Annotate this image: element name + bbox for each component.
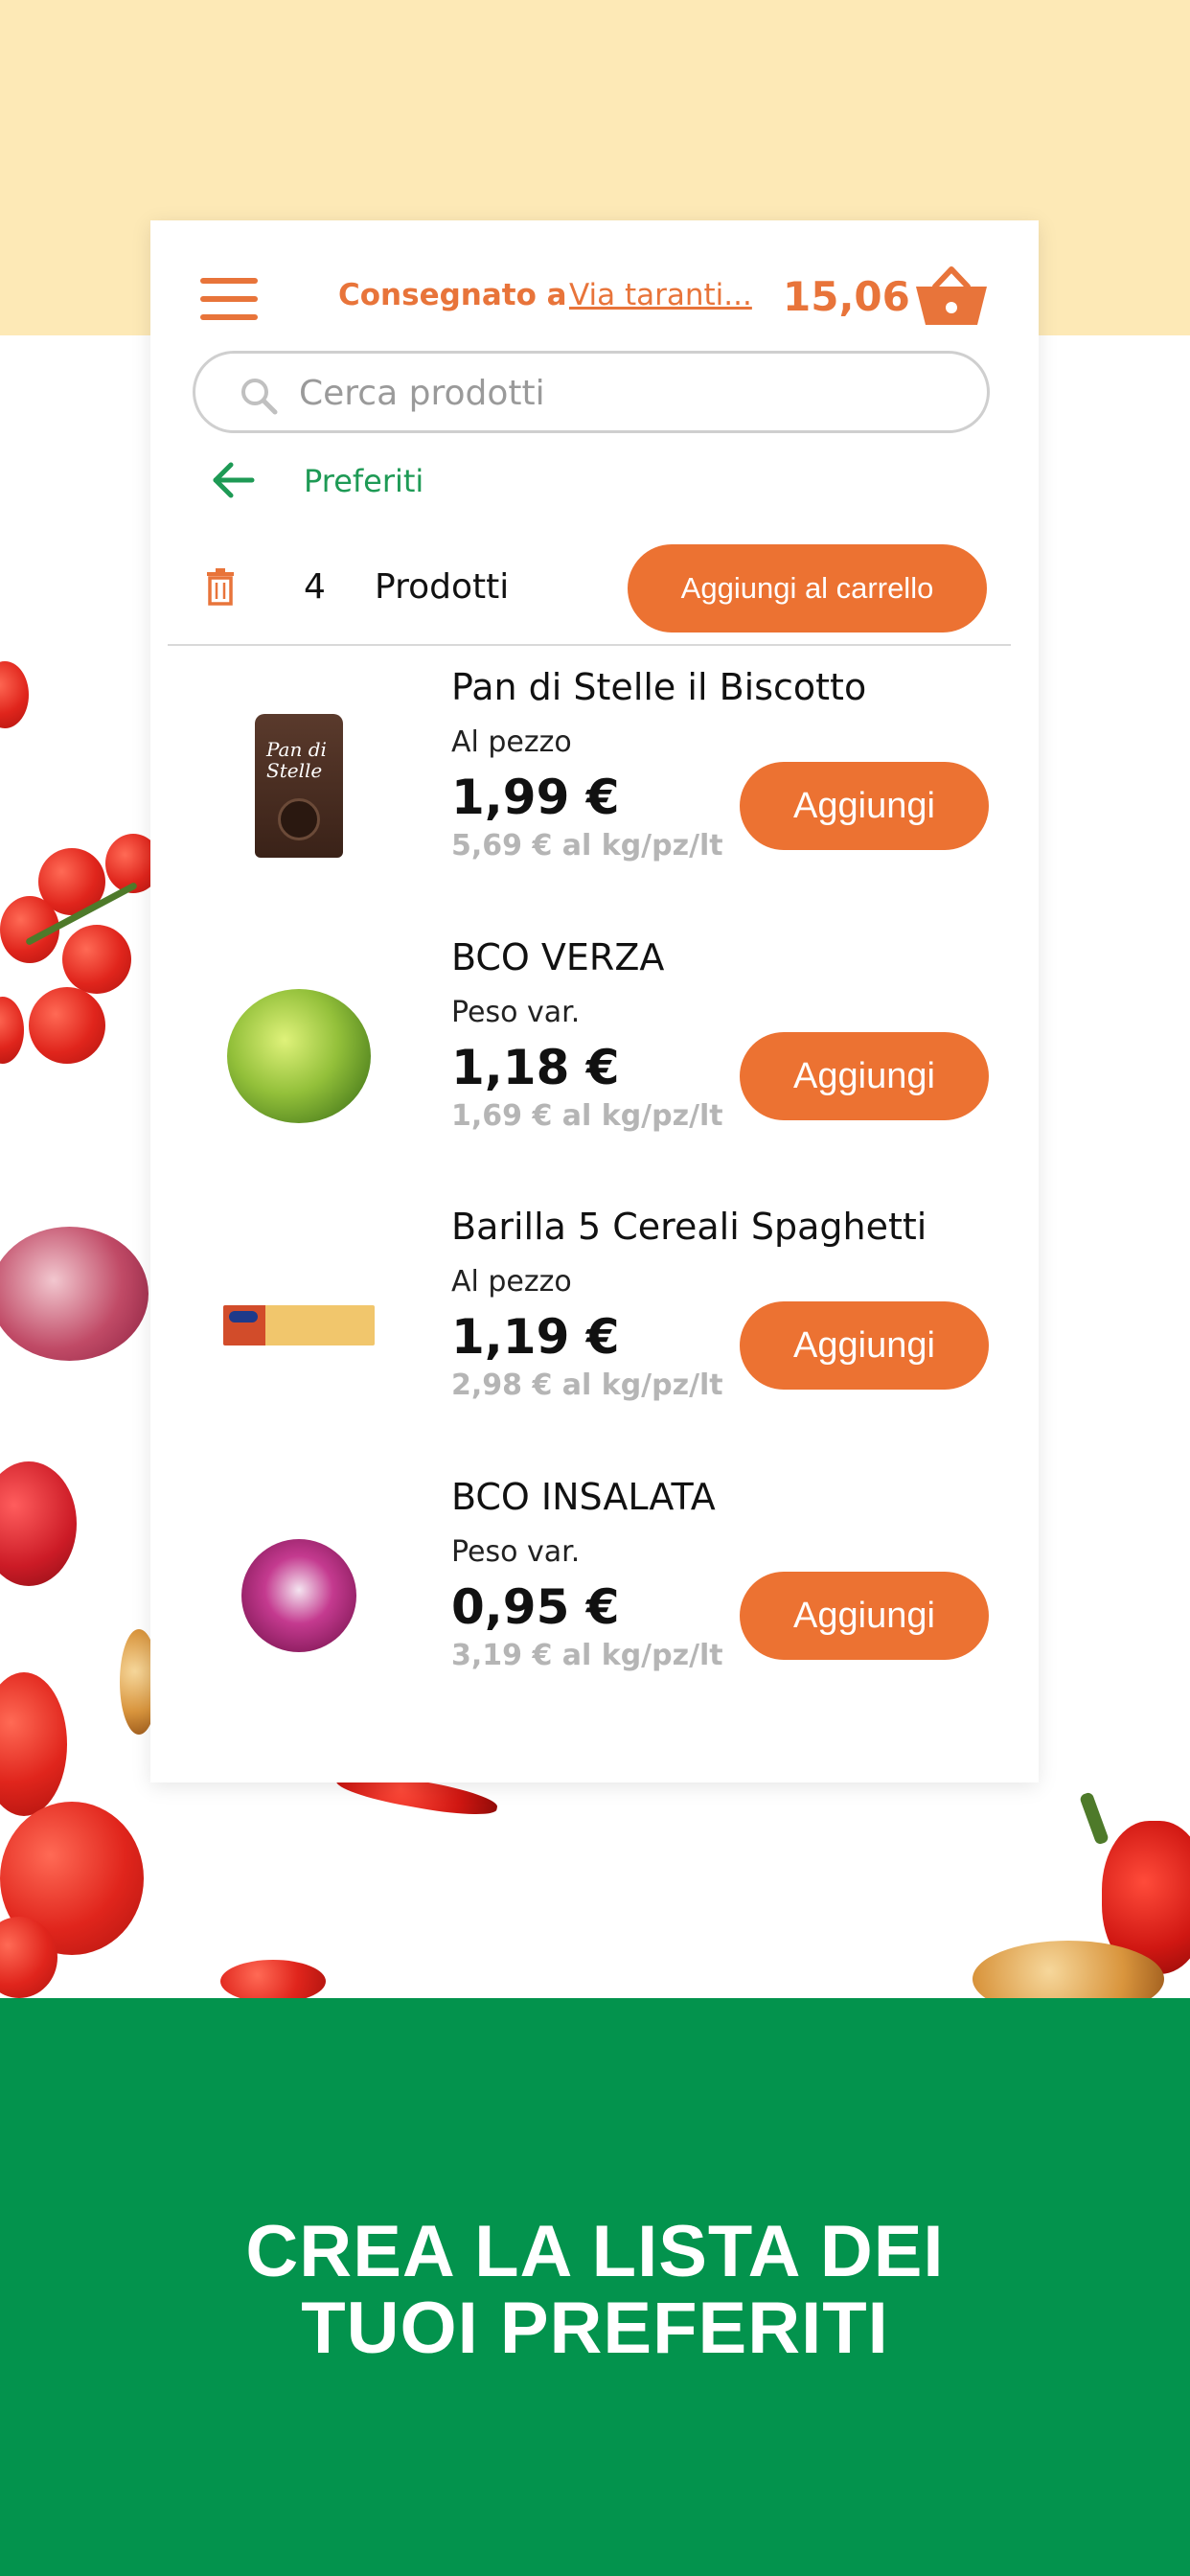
list-item: Barilla 5 Cereali Spaghetti Al pezzo 1,1…	[150, 1206, 1039, 1464]
product-unit: Peso var.	[451, 996, 581, 1029]
add-button[interactable]: Aggiungi	[740, 1032, 989, 1120]
package-label: Pan di Stelle	[266, 738, 327, 782]
pan-di-stelle-package: Pan di Stelle	[255, 714, 343, 858]
add-all-to-cart-button[interactable]: Aggiungi al carrello	[628, 544, 987, 632]
add-button[interactable]: Aggiungi	[740, 1301, 989, 1390]
radicchio-graphic	[241, 1539, 356, 1652]
app-window: Consegnato a Via taranti... 15,06 Prefer…	[150, 220, 1039, 1782]
divider	[168, 644, 1011, 646]
product-price: 0,95 €	[451, 1579, 620, 1635]
pasta-package-graphic	[223, 1305, 375, 1346]
favorites-count-label: Prodotti	[375, 567, 510, 607]
add-button[interactable]: Aggiungi	[740, 1572, 989, 1660]
product-name[interactable]: Barilla 5 Cereali Spaghetti	[451, 1206, 927, 1248]
product-image[interactable]	[217, 975, 380, 1138]
cookie-graphic	[278, 798, 320, 840]
promo-line-2: TUOI PREFERITI	[301, 2288, 889, 2369]
product-unit: Al pezzo	[451, 1265, 572, 1299]
product-image[interactable]: Pan di Stelle	[217, 704, 380, 867]
product-name[interactable]: BCO VERZA	[451, 936, 664, 978]
product-image[interactable]	[217, 1244, 380, 1407]
product-name[interactable]: BCO INSALATA	[451, 1476, 716, 1518]
brand-logo-mark	[229, 1311, 258, 1322]
product-image[interactable]	[217, 1514, 380, 1677]
add-button[interactable]: Aggiungi	[740, 762, 989, 850]
list-item: BCO VERZA Peso var. 1,18 € 1,69 € al kg/…	[150, 936, 1039, 1195]
search-icon	[241, 379, 278, 415]
delivery-address-link[interactable]: Via taranti...	[569, 278, 752, 312]
promo-headline: CREA LA LISTA DEI TUOI PREFERITI	[0, 2214, 1190, 2367]
product-price: 1,18 €	[451, 1040, 620, 1095]
product-price: 1,99 €	[451, 770, 620, 825]
tomato-decoration	[62, 925, 131, 994]
search-input[interactable]	[299, 371, 950, 415]
product-unit-price: 3,19 € al kg/pz/lt	[451, 1639, 723, 1672]
breadcrumb[interactable]: Preferiti	[304, 463, 423, 499]
product-unit-price: 1,69 € al kg/pz/lt	[451, 1099, 723, 1133]
product-unit: Al pezzo	[451, 725, 572, 759]
trash-icon[interactable]	[205, 567, 236, 606]
back-arrow-icon[interactable]	[210, 460, 256, 500]
product-unit: Peso var.	[451, 1535, 581, 1569]
product-name[interactable]: Pan di Stelle il Biscotto	[451, 666, 866, 708]
basket-icon[interactable]	[914, 264, 989, 329]
list-item: BCO INSALATA Peso var. 0,95 € 3,19 € al …	[150, 1476, 1039, 1735]
product-price: 1,19 €	[451, 1309, 620, 1365]
delivery-label: Consegnato a	[338, 278, 567, 312]
product-unit-price: 5,69 € al kg/pz/lt	[451, 829, 723, 862]
cabbage-graphic	[227, 989, 371, 1123]
cart-total: 15,06	[783, 273, 910, 320]
promo-line-1: CREA LA LISTA DEI	[245, 2211, 945, 2292]
search-bar[interactable]	[193, 351, 990, 433]
product-unit-price: 2,98 € al kg/pz/lt	[451, 1368, 723, 1402]
tomato-decoration	[220, 1960, 326, 2003]
tomato-decoration	[29, 987, 105, 1064]
menu-icon[interactable]	[200, 278, 258, 320]
list-item: Pan di Stelle Pan di Stelle il Biscotto …	[150, 666, 1039, 925]
favorites-count: 4	[304, 567, 326, 607]
